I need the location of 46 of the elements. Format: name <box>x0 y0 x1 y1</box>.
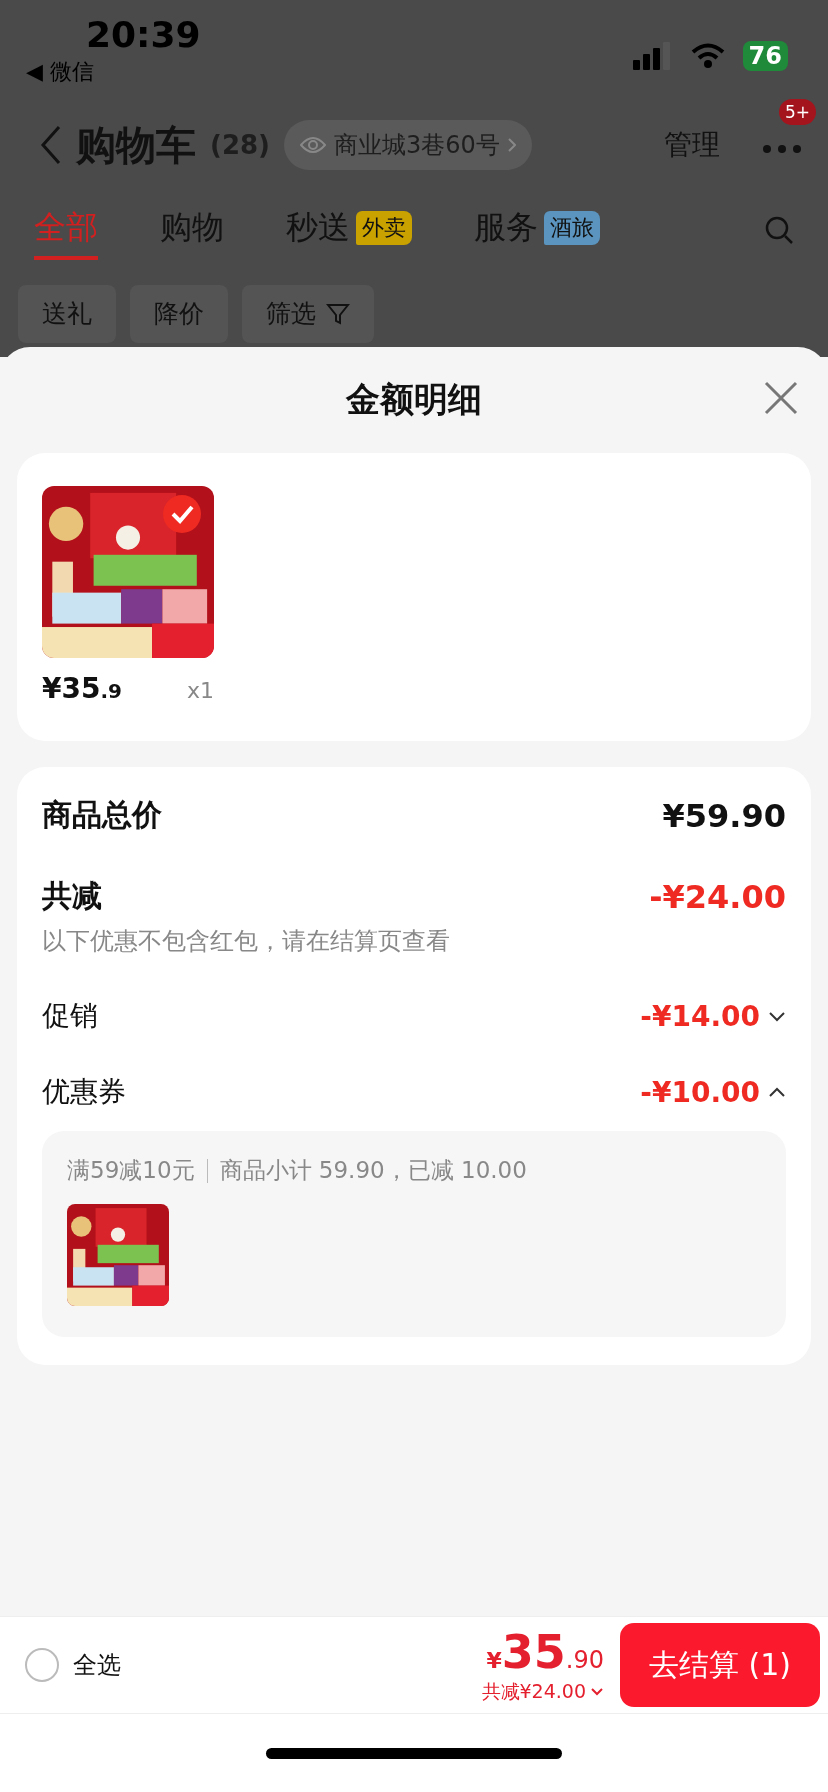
eye-icon <box>299 136 326 154</box>
discount-summary-toggle[interactable]: 共减¥24.00 <box>481 1679 604 1705</box>
clock-time: 20:39 <box>86 14 201 55</box>
notification-badge: 5+ <box>778 99 816 125</box>
discount-amount: -¥24.00 <box>649 877 786 916</box>
total-label: 商品总价 <box>42 796 162 834</box>
back-icon[interactable] <box>40 125 62 165</box>
page-title: 购物车 <box>76 120 196 170</box>
payable-total: ¥35.90 <box>486 1625 604 1679</box>
filter-chip[interactable]: 降价 <box>130 284 228 343</box>
tab-tag: 外卖 <box>356 211 412 245</box>
sheet-title: 金额明细 <box>346 378 482 421</box>
category-tab[interactable]: 秒送 外卖 <box>286 200 412 260</box>
tab-tag: 酒旅 <box>544 211 600 245</box>
discount-label: 共减 <box>42 877 102 915</box>
manage-button[interactable]: 管理 <box>664 126 720 164</box>
product-quantity: x1 <box>186 678 214 703</box>
search-icon[interactable] <box>764 215 794 245</box>
filter-chip[interactable]: 筛选 <box>242 284 374 343</box>
chevron-up-icon <box>768 1086 786 1098</box>
select-all-radio[interactable] <box>25 1648 59 1682</box>
coupon-info: 商品小计 59.90，已减 10.00 <box>219 1156 527 1185</box>
chevron-right-icon <box>507 138 516 152</box>
wifi-icon <box>690 43 725 69</box>
more-icon <box>762 144 802 154</box>
category-tab[interactable]: 购物 <box>160 200 224 260</box>
signal-icon <box>632 42 673 70</box>
total-amount: ¥59.90 <box>662 796 786 835</box>
battery-level: 76 <box>742 41 788 71</box>
discount-line-label: 促销 <box>42 998 98 1034</box>
select-all-label: 全选 <box>73 1650 121 1681</box>
discount-note: 以下优惠不包含红包，请在结算页查看 <box>42 926 451 957</box>
address-button[interactable]: 商业城3巷60号 <box>283 120 532 170</box>
product-price: ¥35.9 <box>42 672 122 705</box>
funnel-icon <box>326 301 350 326</box>
discount-line-toggle[interactable]: -¥10.00 <box>640 1075 786 1109</box>
chevron-down-icon <box>768 1010 786 1022</box>
filter-chip[interactable]: 送礼 <box>18 284 116 343</box>
coupon-rule: 满59减10元 <box>67 1156 195 1185</box>
category-tab[interactable]: 全部 <box>34 200 98 260</box>
discount-line-label: 优惠券 <box>42 1074 126 1110</box>
category-tab[interactable]: 服务 酒旅 <box>474 200 600 260</box>
back-to-app-link[interactable]: ◀ 微信 <box>26 57 94 87</box>
checkout-button[interactable]: 去结算 (1) <box>620 1623 820 1707</box>
chevron-down-icon <box>590 1687 604 1697</box>
discount-line-toggle[interactable]: -¥14.00 <box>640 999 786 1033</box>
